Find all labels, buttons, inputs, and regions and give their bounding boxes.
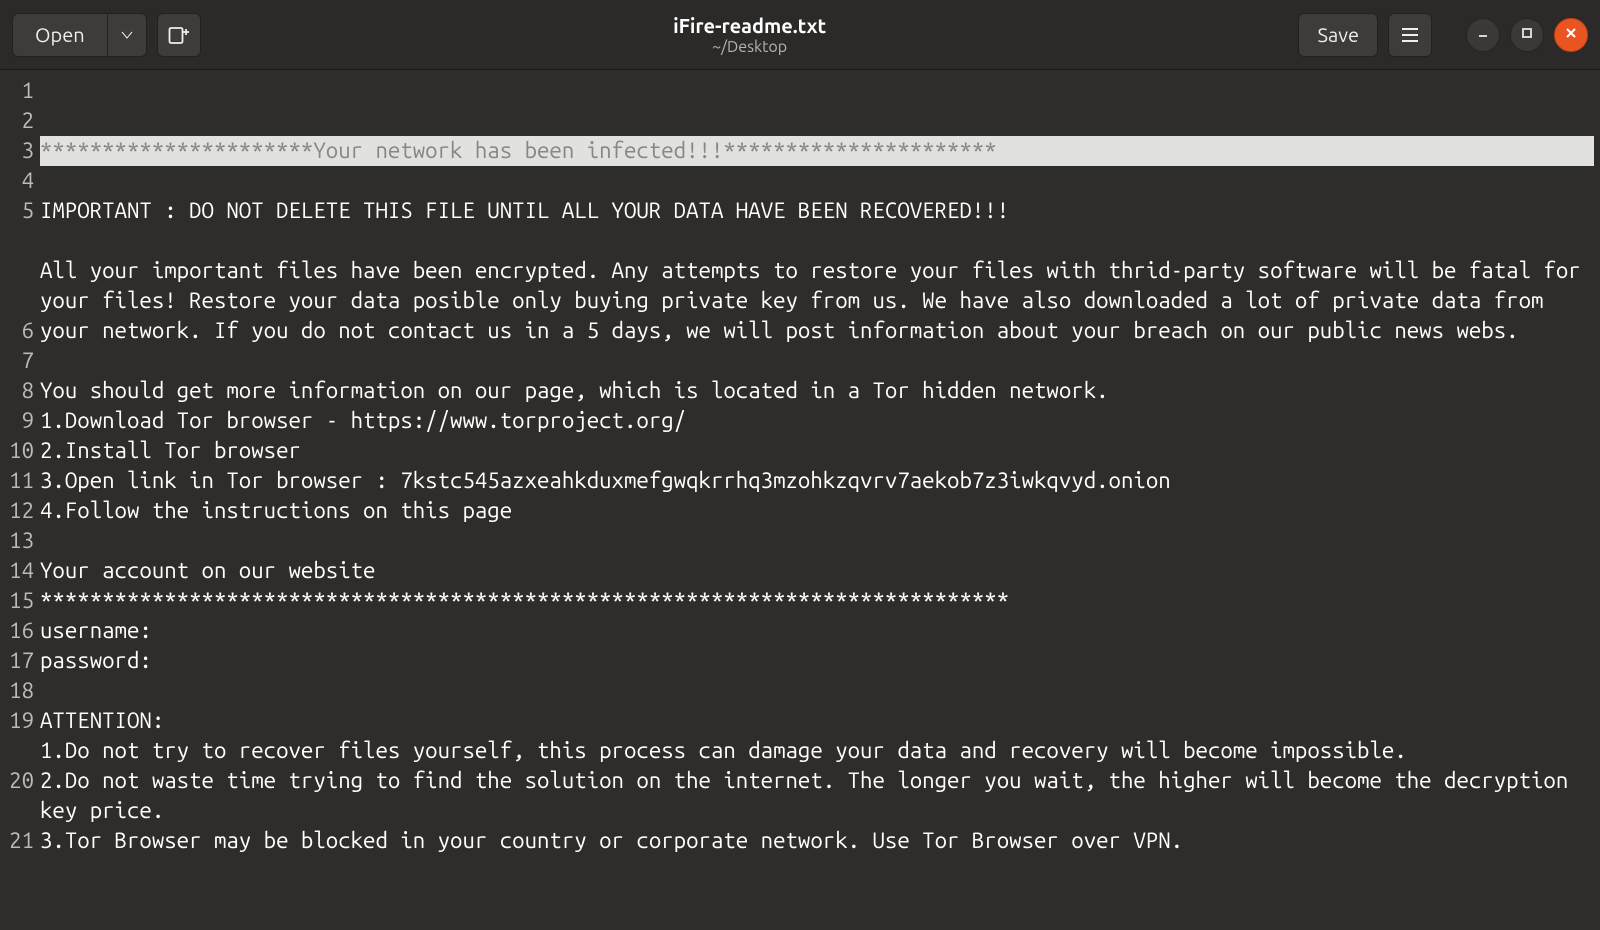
new-tab-button[interactable] bbox=[157, 13, 201, 57]
text-line[interactable] bbox=[40, 346, 1594, 376]
hamburger-menu-button[interactable] bbox=[1388, 13, 1432, 57]
text-editor-window: Open iFire-readme.txt bbox=[0, 0, 1600, 930]
window-close-button[interactable] bbox=[1554, 18, 1588, 52]
line-number: 14 bbox=[0, 556, 38, 586]
line-number: 3 bbox=[0, 136, 38, 166]
text-line[interactable]: 1.Do not try to recover files yourself, … bbox=[40, 736, 1594, 766]
resize-grip-icon[interactable] bbox=[1580, 910, 1598, 928]
save-button[interactable]: Save bbox=[1298, 13, 1378, 57]
text-line[interactable]: All your important files have been encry… bbox=[40, 256, 1594, 346]
text-content[interactable]: **********************Your network has b… bbox=[38, 70, 1600, 930]
line-number-wrap bbox=[0, 256, 38, 286]
line-number-wrap bbox=[0, 796, 38, 826]
line-number: 19 bbox=[0, 706, 38, 736]
editor-area[interactable]: 123456789101112131415161718192021 ******… bbox=[0, 70, 1600, 930]
line-number: 13 bbox=[0, 526, 38, 556]
new-tab-icon bbox=[168, 25, 190, 45]
line-number: 2 bbox=[0, 106, 38, 136]
save-button-label: Save bbox=[1317, 23, 1359, 46]
text-line[interactable] bbox=[40, 226, 1594, 256]
window-minimize-button[interactable] bbox=[1466, 18, 1500, 52]
line-number: 1 bbox=[0, 76, 38, 106]
text-line[interactable]: 2.Install Tor browser bbox=[40, 436, 1594, 466]
text-line[interactable]: IMPORTANT : DO NOT DELETE THIS FILE UNTI… bbox=[40, 196, 1594, 226]
text-line[interactable]: ATTENTION: bbox=[40, 706, 1594, 736]
text-line[interactable]: Your account on our website bbox=[40, 556, 1594, 586]
text-line[interactable] bbox=[40, 676, 1594, 706]
chevron-down-icon bbox=[120, 28, 134, 42]
line-number: 21 bbox=[0, 826, 38, 856]
text-line[interactable]: username: bbox=[40, 616, 1594, 646]
text-line[interactable]: password: bbox=[40, 646, 1594, 676]
hamburger-icon bbox=[1401, 27, 1419, 43]
open-button[interactable]: Open bbox=[12, 13, 107, 57]
line-number-wrap bbox=[0, 286, 38, 316]
line-number: 20 bbox=[0, 766, 38, 796]
close-icon bbox=[1564, 26, 1578, 44]
text-line[interactable]: 3.Tor Browser may be blocked in your cou… bbox=[40, 826, 1594, 856]
text-line[interactable]: 2.Do not waste time trying to find the s… bbox=[40, 766, 1594, 826]
line-number: 7 bbox=[0, 346, 38, 376]
text-line[interactable]: 1.Download Tor browser - https://www.tor… bbox=[40, 406, 1594, 436]
document-title: iFire-readme.txt bbox=[673, 14, 826, 37]
line-number: 4 bbox=[0, 166, 38, 196]
line-number: 12 bbox=[0, 496, 38, 526]
line-number-gutter: 123456789101112131415161718192021 bbox=[0, 70, 38, 930]
title-area: iFire-readme.txt ~/Desktop bbox=[211, 14, 1289, 56]
text-line[interactable]: ****************************************… bbox=[40, 586, 1594, 616]
text-line[interactable]: 3.Open link in Tor browser : 7kstc545azx… bbox=[40, 466, 1594, 496]
line-number: 16 bbox=[0, 616, 38, 646]
line-number: 9 bbox=[0, 406, 38, 436]
maximize-icon bbox=[1520, 26, 1534, 44]
line-number: 5 bbox=[0, 196, 38, 226]
line-number: 15 bbox=[0, 586, 38, 616]
header-bar: Open iFire-readme.txt bbox=[0, 0, 1600, 70]
text-line[interactable]: You should get more information on our p… bbox=[40, 376, 1594, 406]
text-line[interactable]: **********************Your network has b… bbox=[40, 136, 1594, 166]
text-line[interactable]: 4.Follow the instructions on this page bbox=[40, 496, 1594, 526]
line-number: 8 bbox=[0, 376, 38, 406]
document-path: ~/Desktop bbox=[712, 38, 787, 56]
line-number: 17 bbox=[0, 646, 38, 676]
window-maximize-button[interactable] bbox=[1510, 18, 1544, 52]
line-number: 10 bbox=[0, 436, 38, 466]
open-recent-dropdown[interactable] bbox=[107, 13, 147, 57]
line-number-wrap bbox=[0, 736, 38, 766]
line-number: 18 bbox=[0, 676, 38, 706]
text-line[interactable] bbox=[40, 526, 1594, 556]
minimize-icon bbox=[1476, 26, 1490, 44]
open-button-label: Open bbox=[35, 23, 85, 46]
line-number-wrap bbox=[0, 226, 38, 256]
text-line[interactable] bbox=[40, 166, 1594, 196]
line-number: 6 bbox=[0, 316, 38, 346]
line-number: 11 bbox=[0, 466, 38, 496]
